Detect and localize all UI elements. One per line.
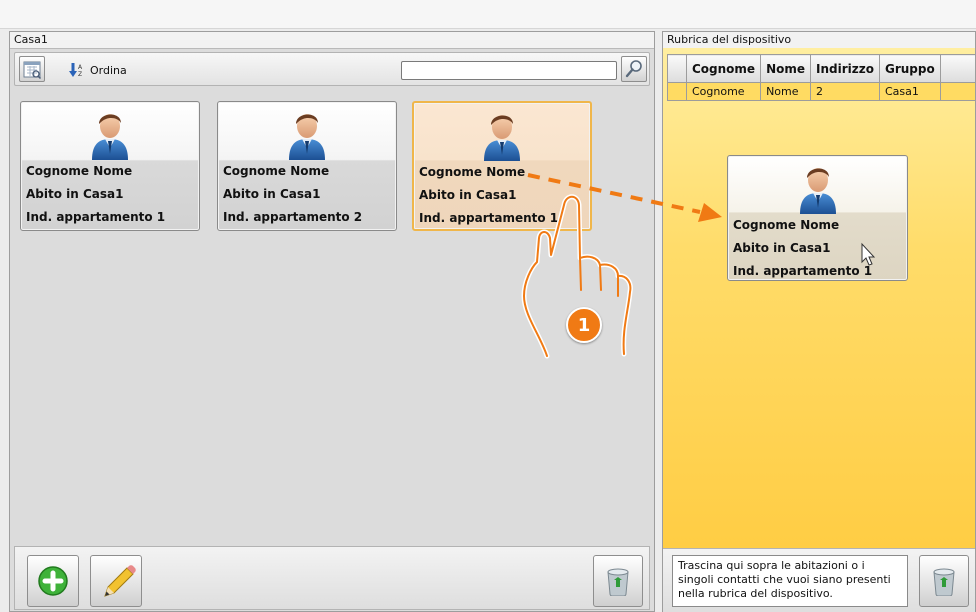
bottom-toolbar — [14, 546, 650, 610]
filler-header — [939, 54, 975, 83]
sort-button[interactable]: A Z Ordina — [69, 61, 127, 79]
person-avatar-icon — [286, 106, 328, 160]
column-header[interactable]: Indirizzo — [810, 54, 880, 83]
dragged-contact-card[interactable]: Cognome Nome Abito in Casa1 Ind. apparta… — [727, 155, 908, 281]
contact-card-selected[interactable]: Cognome Nome Abito in Casa1 Ind. apparta… — [412, 101, 592, 231]
view-button[interactable] — [19, 56, 45, 82]
person-avatar-icon — [89, 106, 131, 160]
search-input[interactable] — [401, 61, 617, 80]
column-header[interactable]: Nome — [760, 54, 812, 83]
houses-panel: Casa1 A Z Ordina Cognome Nome Abito in C… — [9, 31, 655, 612]
trash-icon — [607, 568, 629, 596]
cell-gruppo: Casa1 — [878, 82, 941, 101]
table-row[interactable]: Cognome Nome 2 Casa1 — [667, 82, 975, 101]
panel-title: Rubrica del dispositivo — [663, 32, 975, 49]
delete-button[interactable] — [593, 555, 643, 607]
svg-text:A: A — [78, 64, 83, 71]
step-badge: 1 — [566, 307, 602, 343]
card-apartment: Ind. appartamento 1 — [419, 211, 559, 225]
contact-card[interactable]: Cognome Nome Abito in Casa1 Ind. apparta… — [217, 101, 397, 231]
contact-card[interactable]: Cognome Nome Abito in Casa1 Ind. apparta… — [20, 101, 200, 231]
pencil-icon — [104, 565, 136, 597]
row-selector — [667, 82, 687, 101]
table-header-row: Cognome Nome Indirizzo Gruppo — [667, 54, 975, 83]
calendar-icon — [23, 61, 42, 80]
sort-label: Ordina — [90, 63, 127, 77]
sort-icon: A Z — [69, 63, 83, 78]
card-name: Cognome Nome — [733, 218, 840, 232]
edit-button[interactable] — [90, 555, 142, 607]
svg-text:Z: Z — [78, 71, 82, 78]
card-name: Cognome Nome — [26, 164, 133, 178]
column-header[interactable]: Cognome — [685, 54, 762, 83]
drop-area[interactable] — [663, 48, 975, 548]
person-avatar-icon — [481, 107, 523, 161]
cell-cognome: Cognome — [685, 82, 762, 101]
add-button[interactable] — [27, 555, 79, 607]
search-button[interactable] — [621, 56, 647, 82]
device-addressbook-panel: Rubrica del dispositivo Cognome Nome Ind… — [662, 31, 976, 612]
card-apartment: Ind. appartamento 1 — [733, 264, 873, 278]
card-home: Abito in Casa1 — [26, 187, 124, 201]
cell-nome: Nome — [760, 82, 812, 101]
card-home: Abito in Casa1 — [419, 188, 517, 202]
card-name: Cognome Nome — [223, 164, 330, 178]
delete-button[interactable] — [919, 555, 969, 607]
search-icon — [625, 60, 642, 78]
card-home: Abito in Casa1 — [733, 241, 831, 255]
person-avatar-icon — [797, 160, 839, 214]
trash-icon — [933, 568, 955, 596]
card-name: Cognome Nome — [419, 165, 526, 179]
cell-indirizzo: 2 — [810, 82, 880, 101]
row-selector-header — [667, 54, 687, 83]
panel-title: Casa1 — [10, 32, 654, 49]
right-bottom-bar: Trascina qui sopra le abitazioni o i sin… — [663, 548, 975, 612]
toolbar: A Z Ordina — [14, 52, 650, 86]
card-apartment: Ind. appartamento 1 — [26, 210, 166, 224]
card-home: Abito in Casa1 — [223, 187, 321, 201]
top-strip — [0, 0, 976, 29]
filler-cell — [939, 82, 975, 101]
card-apartment: Ind. appartamento 2 — [223, 210, 363, 224]
column-header[interactable]: Gruppo — [878, 54, 941, 83]
contacts-table: Cognome Nome Indirizzo Gruppo Cognome No… — [667, 54, 975, 101]
drop-hint: Trascina qui sopra le abitazioni o i sin… — [672, 555, 908, 607]
add-icon — [38, 566, 68, 596]
